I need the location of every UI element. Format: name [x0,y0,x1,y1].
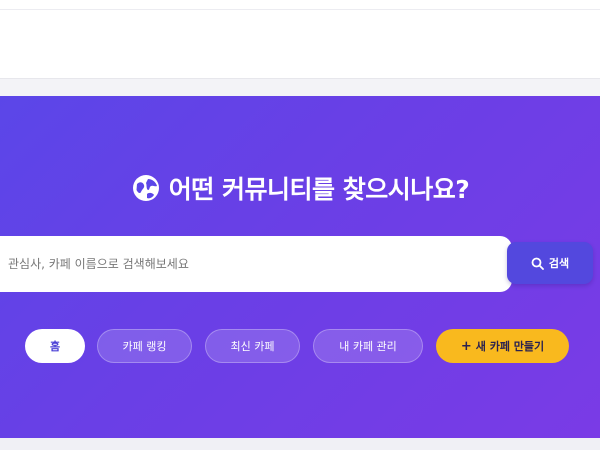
search-bar: 검색 [0,236,600,292]
header-divider [0,9,600,10]
search-input[interactable] [0,236,512,292]
search-icon [531,257,544,270]
plus-icon: + [460,338,472,354]
nav-recent-cafe-label: 최신 카페 [230,340,275,353]
nav-my-cafe-manage-button[interactable]: 내 카페 관리 [313,329,423,363]
search-button[interactable]: 검색 [507,242,593,284]
globe-icon [131,173,161,203]
nav-cafe-ranking-label: 카페 랭킹 [122,340,167,353]
bottom-section-edge [0,438,600,450]
page: 어떤 커뮤니티를 찾으시나요? 검색 홈 카페 랭킹 최신 카페 내 카페 관리 [0,0,600,450]
nav-recent-cafe-button[interactable]: 최신 카페 [205,329,300,363]
hero-title-text: 어떤 커뮤니티를 찾으시나요? [168,175,470,204]
top-header [0,0,600,79]
nav-my-cafe-manage-label: 내 카페 관리 [339,340,397,353]
create-cafe-label: 새 카페 만들기 [475,340,545,353]
nav-cafe-ranking-button[interactable]: 카페 랭킹 [97,329,192,363]
section-gap [0,79,600,96]
search-button-label: 검색 [548,257,570,270]
hero-title: 어떤 커뮤니티를 찾으시나요? [0,168,600,208]
nav-home-label: 홈 [49,340,61,353]
nav-home-button[interactable]: 홈 [25,329,85,363]
nav-pills: 홈 카페 랭킹 최신 카페 내 카페 관리 + 새 카페 만들기 [0,329,600,365]
create-cafe-button[interactable]: + 새 카페 만들기 [436,329,569,363]
